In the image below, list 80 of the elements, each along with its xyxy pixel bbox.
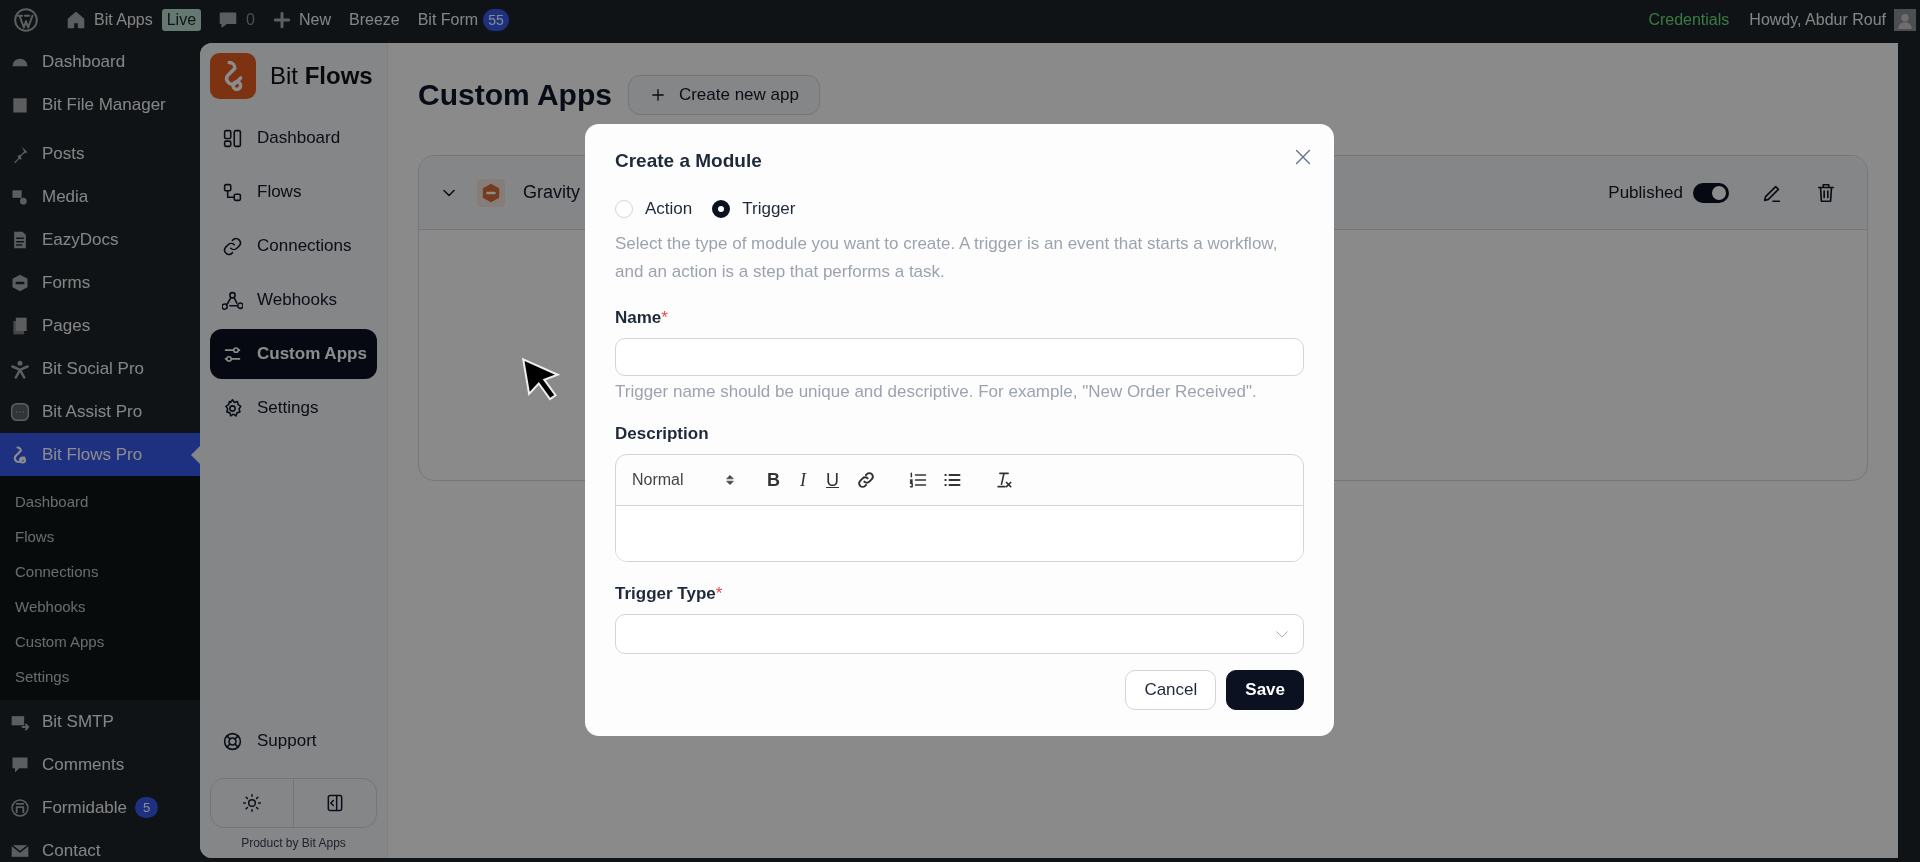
nav-item[interactable]: Flows xyxy=(210,167,377,217)
radio-label[interactable]: Trigger xyxy=(742,199,796,219)
form-icon xyxy=(10,797,30,818)
app-logo-icon xyxy=(477,178,505,207)
brand-logo-icon xyxy=(210,53,256,99)
person-icon xyxy=(10,358,30,379)
field-label: Description xyxy=(615,424,710,444)
plus-icon xyxy=(272,11,291,29)
help-text: Select the type of module you want to create. A trigger is an event that starts a workflow, and an action is a step that performs a task. xyxy=(615,233,1279,283)
sidebar-item[interactable]: Bit Flows Pro xyxy=(0,433,200,476)
sidebar-item[interactable]: Bit Social Pro xyxy=(0,347,200,390)
nav-item[interactable]: Dashboard xyxy=(210,113,377,163)
create-button[interactable]: Create new app xyxy=(627,75,820,115)
save-button[interactable]: Save xyxy=(1226,670,1304,710)
nav-item[interactable]: Connections xyxy=(210,221,377,271)
webhook-icon xyxy=(222,289,243,311)
clear-format-icon[interactable] xyxy=(994,470,1014,490)
sidebar-item[interactable]: EazyDocs xyxy=(0,218,200,261)
nav-item[interactable]: Settings xyxy=(210,383,377,433)
hexagon-icon xyxy=(10,272,30,293)
sidebar-item[interactable]: Bit File Manager xyxy=(0,83,200,126)
underline-button[interactable]: U xyxy=(823,469,842,491)
count-badge: 5 xyxy=(135,797,159,818)
grid-icon xyxy=(222,127,243,149)
radio-label[interactable]: Action xyxy=(645,199,693,219)
submenu-item[interactable]: Webhooks xyxy=(0,589,200,624)
sidebar-item[interactable]: Dashboard xyxy=(0,40,200,83)
publish-toggle[interactable] xyxy=(1693,182,1729,203)
status-label: Published xyxy=(1608,182,1683,203)
account-link[interactable]: Howdy, Abdur Rouf xyxy=(1749,11,1886,29)
new-link[interactable]: New xyxy=(263,11,340,29)
sidebar-item[interactable]: Posts xyxy=(0,132,200,175)
pages-icon xyxy=(10,315,30,336)
brand-name: Bit Flows xyxy=(270,62,373,90)
cancel-button[interactable]: Cancel xyxy=(1125,670,1217,710)
site-link[interactable]: Bit Apps xyxy=(57,10,162,30)
flow-icon xyxy=(222,181,243,203)
live-badge: Live xyxy=(161,9,202,31)
trash-icon[interactable] xyxy=(1815,181,1837,204)
home-icon xyxy=(66,10,86,30)
sidebar-item[interactable]: Comments xyxy=(0,743,200,786)
dialog-title: Create a Module xyxy=(615,150,762,172)
sidebar-item[interactable]: Bit Assist Pro xyxy=(0,390,200,433)
hint-text: Trigger name should be unique and descriptive. For example, "New Order Received". xyxy=(615,382,1258,402)
sidebar-item[interactable]: Pages xyxy=(0,304,200,347)
format-dropdown[interactable]: Normal xyxy=(632,471,736,489)
support-link[interactable]: Support xyxy=(210,716,377,766)
panel-collapse-icon xyxy=(325,793,345,813)
name-field[interactable] xyxy=(615,338,1304,376)
chat-icon xyxy=(10,401,30,422)
credentials-link[interactable]: Credentials xyxy=(1648,11,1730,29)
numbered-list-icon[interactable] xyxy=(908,470,928,490)
field-label: Name* xyxy=(615,308,669,328)
wordpress-logo-icon[interactable] xyxy=(13,7,39,33)
sidebar-item[interactable]: Media xyxy=(0,175,200,218)
submenu-item[interactable]: Flows xyxy=(0,519,200,554)
italic-button[interactable]: I xyxy=(797,469,809,491)
comment-icon xyxy=(218,10,239,30)
bold-button[interactable]: B xyxy=(764,469,783,491)
sort-arrows-icon xyxy=(724,472,736,488)
footer-text: Product by Bit Apps xyxy=(240,836,347,850)
submenu-item[interactable]: Custom Apps xyxy=(0,624,200,659)
page-title: Custom Apps xyxy=(418,78,612,112)
submenu-item[interactable]: Connections xyxy=(0,554,200,589)
sidebar-item[interactable]: Contact xyxy=(0,829,200,862)
app-name: Gravity xyxy=(523,182,580,203)
nav-item[interactable]: Webhooks xyxy=(210,275,377,325)
nav-item[interactable]: Custom Apps xyxy=(210,329,377,379)
count-badge: 55 xyxy=(483,9,509,31)
gear-icon xyxy=(222,397,243,419)
admin-bar-link[interactable]: Breeze xyxy=(340,11,409,29)
sun-icon xyxy=(242,793,262,813)
sidebar-item[interactable]: Formidable 5 xyxy=(0,786,200,829)
radio-button[interactable] xyxy=(712,200,731,218)
sidebar-item[interactable]: Bit SMTP xyxy=(0,700,200,743)
submenu-item[interactable]: Settings xyxy=(0,659,200,694)
lifebuoy-icon xyxy=(222,730,243,752)
field-label: Trigger Type* xyxy=(615,584,724,604)
submenu-item[interactable]: Dashboard xyxy=(0,484,200,519)
sidebar-item[interactable]: Forms xyxy=(0,261,200,304)
